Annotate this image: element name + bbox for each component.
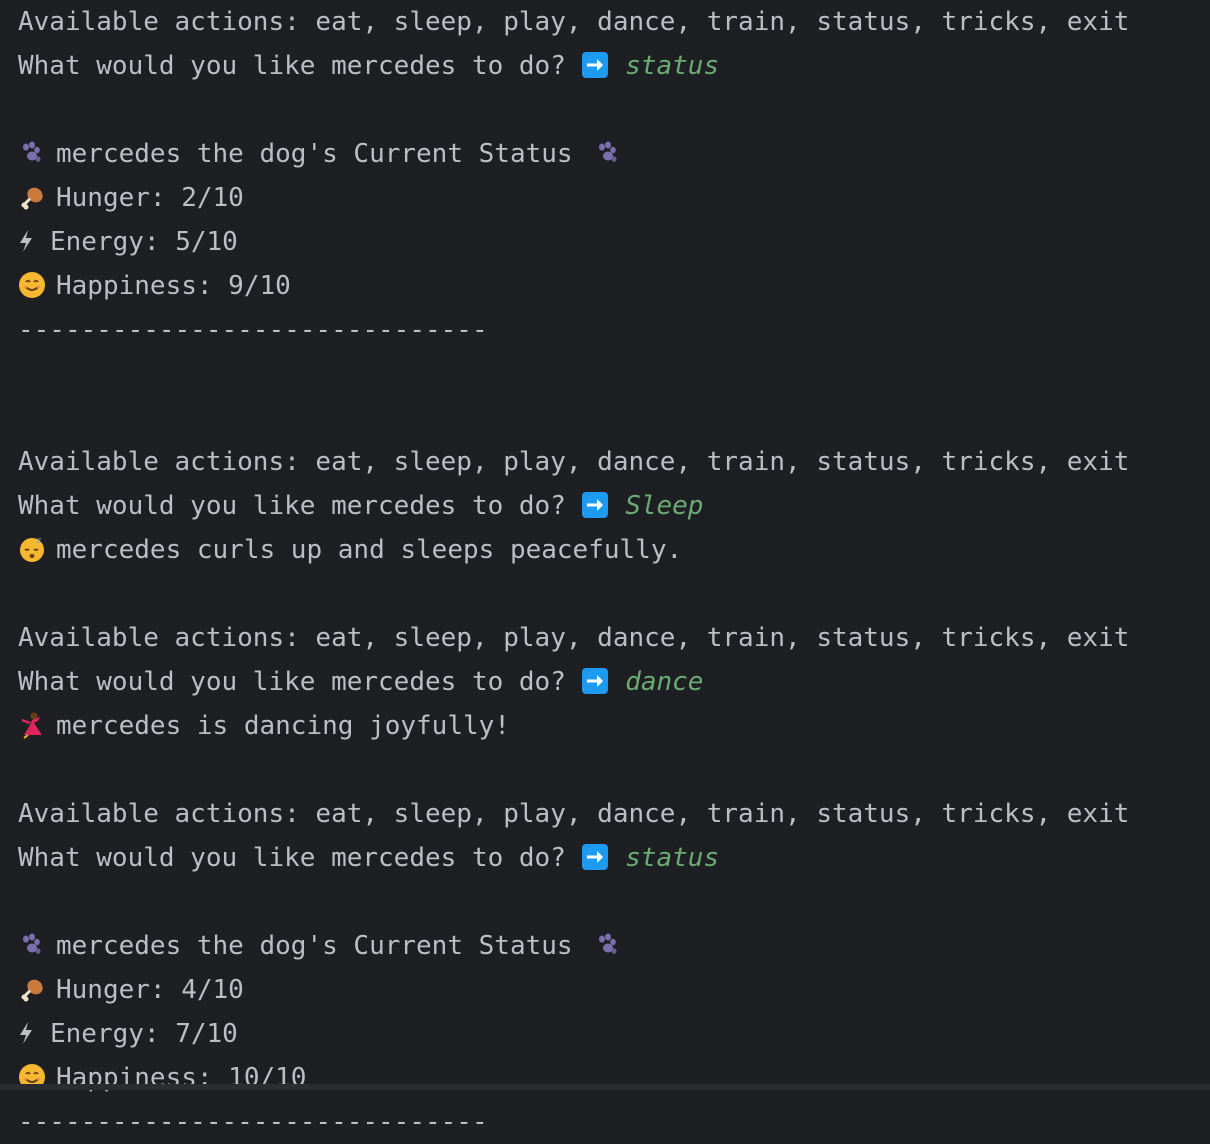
happiness-line: Happiness: 9/10 xyxy=(18,264,1198,308)
question-text: What would you like mercedes to do? xyxy=(18,491,582,521)
paw-prints-icon xyxy=(18,931,46,959)
horizontal-scrollbar[interactable] xyxy=(0,1084,1210,1090)
separator: ------------------------------ xyxy=(18,308,1198,352)
hunger-line: Hunger: 2/10 xyxy=(18,176,1198,220)
poultry-leg-icon xyxy=(18,183,46,211)
svg-text:z: z xyxy=(37,536,41,545)
question-text: What would you like mercedes to do? xyxy=(18,667,582,697)
energy-line: Energy: 7/10 xyxy=(18,1012,1198,1056)
actions-prompt: Available actions: eat, sleep, play, dan… xyxy=(18,440,1198,484)
actions-text: Available actions: eat, sleep, play, dan… xyxy=(18,447,1130,477)
energy-line: Energy: 5/10 xyxy=(18,220,1198,264)
hunger-text: Hunger: 2/10 xyxy=(56,183,244,213)
actions-text: Available actions: eat, sleep, play, dan… xyxy=(18,7,1130,37)
separator: ------------------------------ xyxy=(18,1100,1198,1144)
sleeping-face-icon: z xyxy=(18,535,46,563)
dancer-icon xyxy=(18,711,46,739)
right-arrow-icon xyxy=(581,668,608,694)
smiling-face-icon xyxy=(18,271,46,299)
paw-prints-icon xyxy=(594,139,622,167)
status-title-text: mercedes the dog's Current Status xyxy=(56,931,573,961)
actions-prompt: Available actions: eat, sleep, play, dan… xyxy=(18,616,1198,660)
question-prompt: What would you like mercedes to do? stat… xyxy=(18,44,1198,88)
separator-text: ------------------------------ xyxy=(18,315,488,345)
sleep-response-text: mercedes curls up and sleeps peacefully. xyxy=(56,535,683,565)
user-input: Sleep xyxy=(625,491,704,521)
actions-text: Available actions: eat, sleep, play, dan… xyxy=(18,623,1130,653)
sleep-response: z mercedes curls up and sleeps peacefully… xyxy=(18,528,1198,572)
question-prompt: What would you like mercedes to do? stat… xyxy=(18,836,1198,880)
dance-response: mercedes is dancing joyfully! xyxy=(18,704,1198,748)
user-input: dance xyxy=(625,667,704,697)
lightning-icon xyxy=(18,1016,34,1044)
status-title-text: mercedes the dog's Current Status xyxy=(56,139,573,169)
paw-prints-icon xyxy=(594,931,622,959)
status-title: mercedes the dog's Current Status xyxy=(18,924,1198,968)
separator-text: ------------------------------ xyxy=(18,1107,488,1137)
dance-response-text: mercedes is dancing joyfully! xyxy=(56,711,510,741)
happiness-text: Happiness: 9/10 xyxy=(56,271,291,301)
question-prompt: What would you like mercedes to do? Slee… xyxy=(18,484,1198,528)
hunger-text: Hunger: 4/10 xyxy=(56,975,244,1005)
right-arrow-icon xyxy=(581,52,608,78)
energy-text: Energy: 7/10 xyxy=(50,1019,238,1049)
user-input: status xyxy=(625,843,720,873)
right-arrow-icon xyxy=(581,492,608,518)
question-prompt: What would you like mercedes to do? danc… xyxy=(18,660,1198,704)
actions-prompt: Available actions: eat, sleep, play, dan… xyxy=(18,792,1198,836)
question-text: What would you like mercedes to do? xyxy=(18,51,582,81)
status-title: mercedes the dog's Current Status xyxy=(18,132,1198,176)
lightning-icon xyxy=(18,224,34,252)
energy-text: Energy: 5/10 xyxy=(50,227,238,257)
terminal-output: Available actions: eat, sleep, play, dan… xyxy=(18,0,1198,1144)
user-input: status xyxy=(625,51,720,81)
actions-text: Available actions: eat, sleep, play, dan… xyxy=(18,799,1130,829)
poultry-leg-icon xyxy=(18,975,46,1003)
hunger-line: Hunger: 4/10 xyxy=(18,968,1198,1012)
paw-prints-icon xyxy=(18,139,46,167)
right-arrow-icon xyxy=(581,844,608,870)
happiness-line: Happiness: 10/10 xyxy=(18,1056,1198,1100)
actions-prompt: Available actions: eat, sleep, play, dan… xyxy=(18,0,1198,44)
question-text: What would you like mercedes to do? xyxy=(18,843,582,873)
